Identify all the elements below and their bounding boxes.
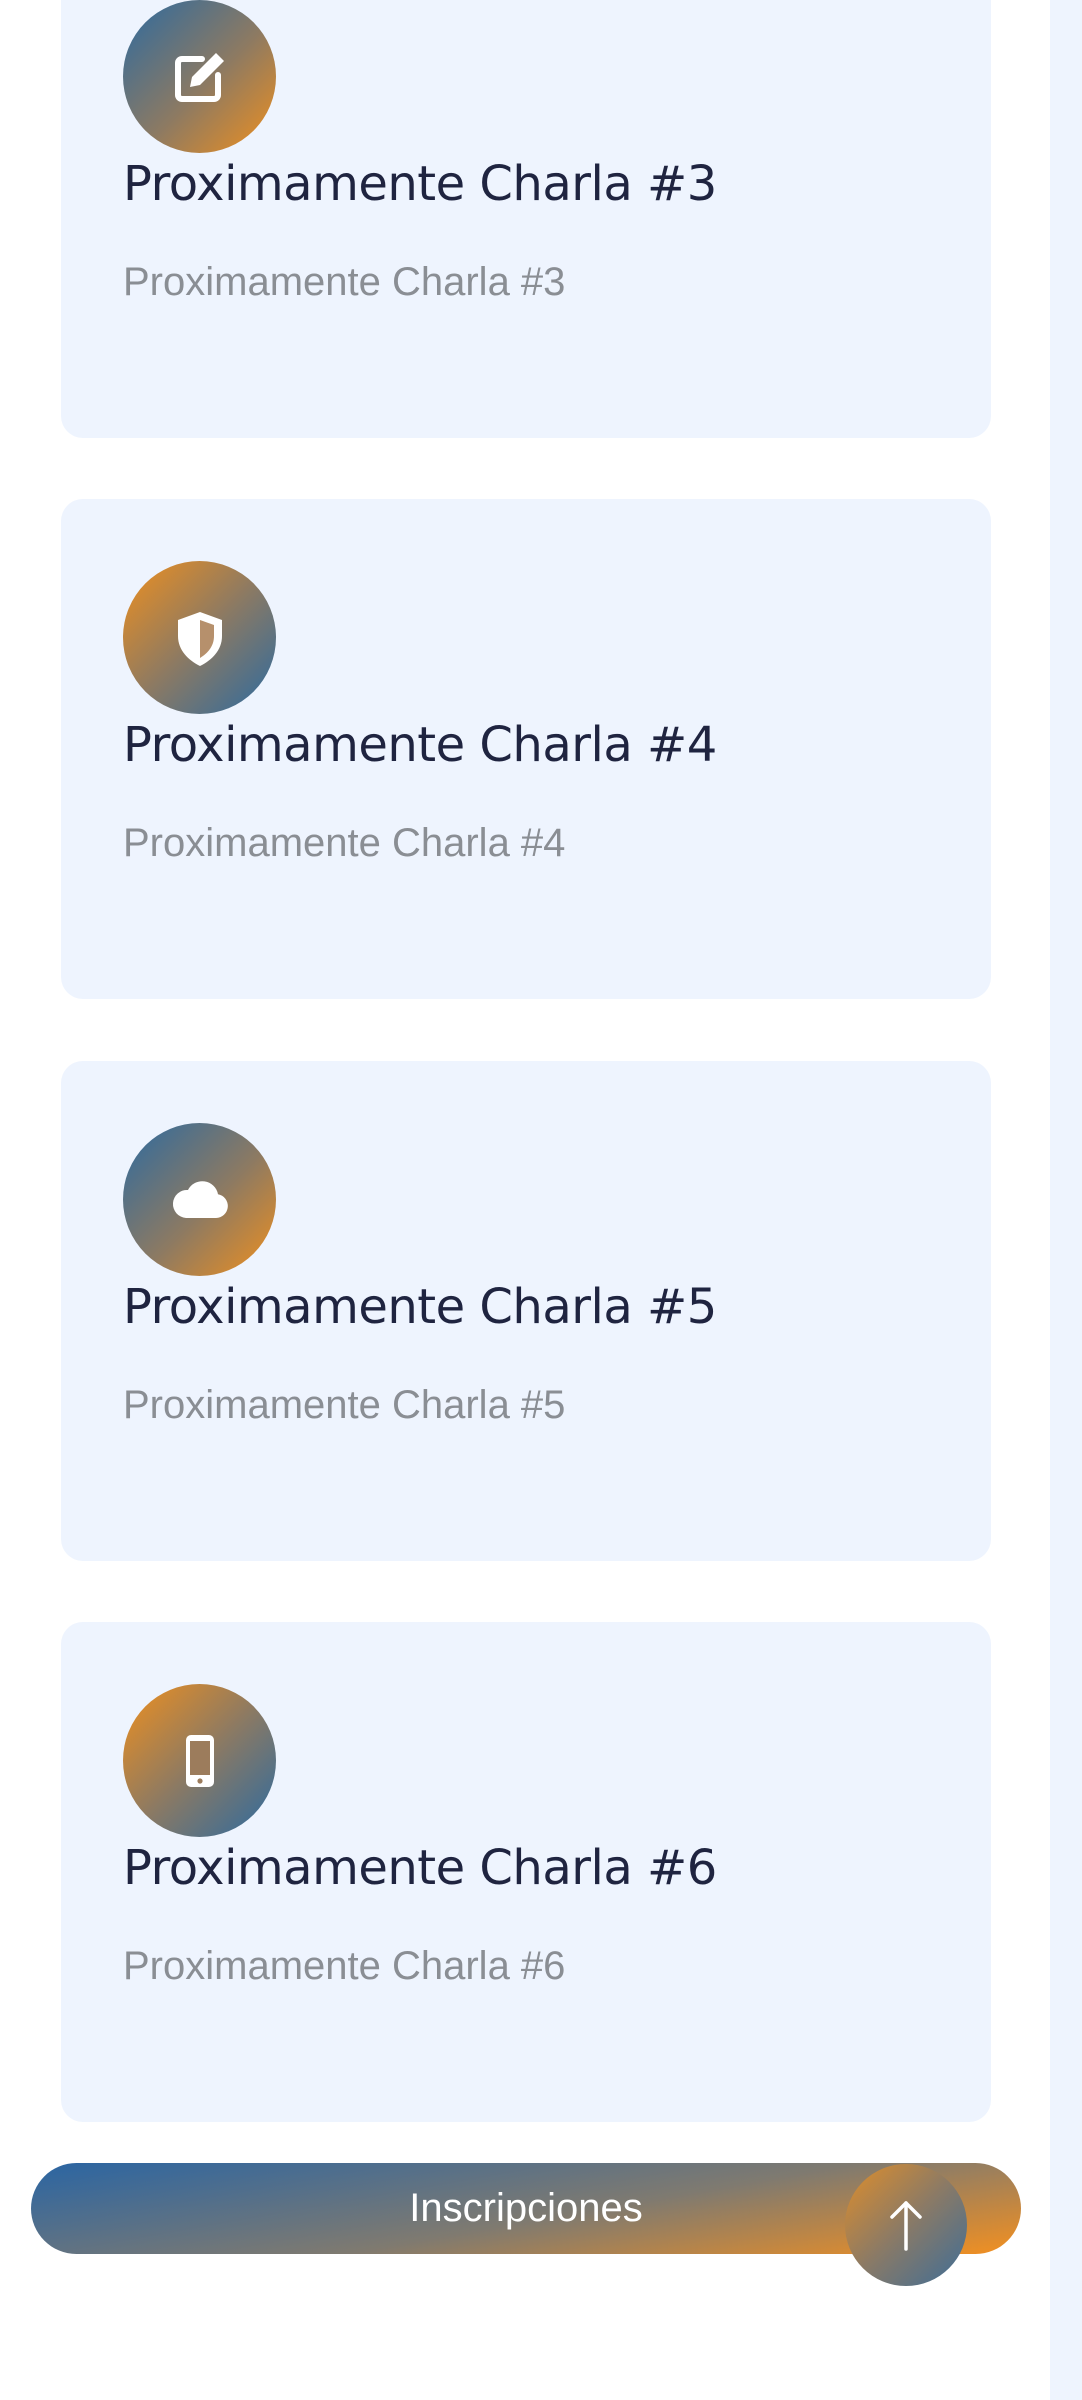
card-description: Proximamente Charla #6 — [123, 1944, 566, 1988]
shield-icon — [123, 561, 276, 714]
scrollbar-track[interactable] — [1050, 0, 1082, 2400]
service-card: Proximamente Charla #4 Proximamente Char… — [61, 499, 991, 999]
arrow-up-icon — [890, 2201, 922, 2251]
card-title: Proximamente Charla #6 — [123, 1840, 717, 1896]
card-description: Proximamente Charla #5 — [123, 1383, 566, 1427]
scroll-to-top-button[interactable] — [845, 2164, 967, 2286]
card-description: Proximamente Charla #4 — [123, 821, 566, 865]
page: Proximamente Charla #3 Proximamente Char… — [0, 0, 1082, 2400]
cloud-icon — [123, 1123, 276, 1276]
card-title: Proximamente Charla #5 — [123, 1279, 717, 1335]
service-card: Proximamente Charla #6 Proximamente Char… — [61, 1622, 991, 2122]
mobile-icon — [123, 1684, 276, 1837]
card-title: Proximamente Charla #4 — [123, 717, 717, 773]
service-card: Proximamente Charla #5 Proximamente Char… — [61, 1061, 991, 1561]
service-card: Proximamente Charla #3 Proximamente Char… — [61, 0, 991, 438]
edit-icon — [123, 0, 276, 153]
card-title: Proximamente Charla #3 — [123, 156, 717, 212]
card-description: Proximamente Charla #3 — [123, 260, 566, 304]
